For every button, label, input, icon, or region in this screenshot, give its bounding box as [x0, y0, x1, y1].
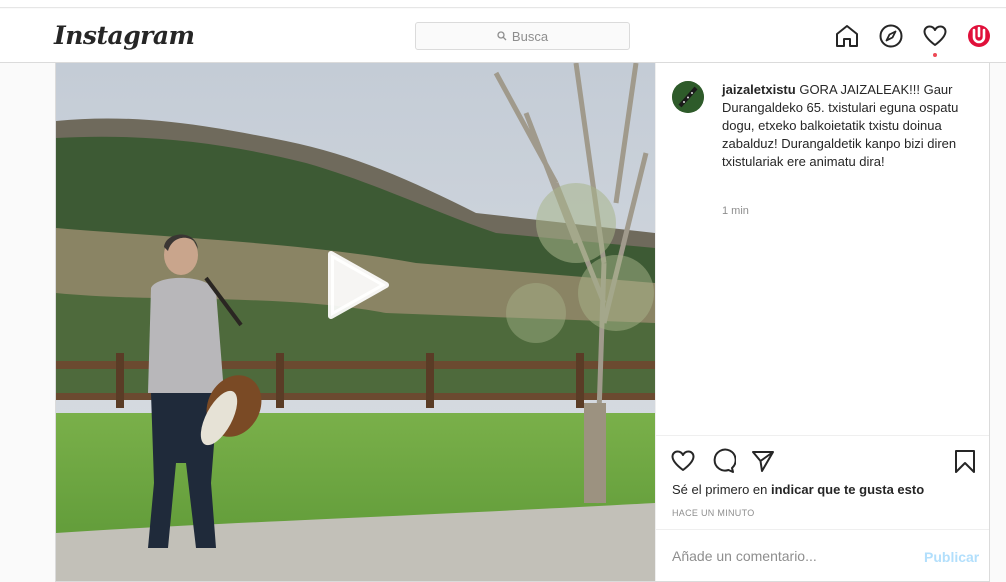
- comment-form: Publicar: [656, 529, 989, 581]
- caption-text: jaizaletxistu GORA JAIZALEAK!!! Gaur Dur…: [722, 81, 962, 171]
- posted-timestamp: HACE UN MINUTO: [672, 508, 755, 518]
- search-icon: [497, 31, 507, 41]
- post-card: jaizaletxistu GORA JAIZALEAK!!! Gaur Dur…: [55, 63, 990, 582]
- likes-line: Sé el primero en indicar que te gusta es…: [672, 482, 924, 497]
- notification-dot: [933, 53, 937, 57]
- author-username[interactable]: jaizaletxistu: [722, 82, 796, 97]
- comment-input[interactable]: [672, 544, 902, 568]
- share-icon[interactable]: [750, 448, 776, 474]
- instagram-logo[interactable]: Instagram: [54, 21, 195, 50]
- activity-heart-icon[interactable]: [922, 23, 948, 49]
- publish-button[interactable]: Publicar: [924, 549, 979, 565]
- save-bookmark-icon[interactable]: [952, 448, 978, 474]
- explore-icon[interactable]: [878, 23, 904, 49]
- browser-top-strip: [0, 0, 1006, 8]
- search-placeholder: Busca: [511, 28, 549, 44]
- top-navbar: Instagram Busca: [0, 9, 1006, 63]
- search-box[interactable]: Busca: [415, 22, 630, 50]
- post-sidebar: jaizaletxistu GORA JAIZALEAK!!! Gaur Dur…: [655, 63, 989, 581]
- comment-icon[interactable]: [710, 448, 736, 474]
- post-video[interactable]: [56, 63, 655, 581]
- home-icon[interactable]: [834, 23, 860, 49]
- author-avatar[interactable]: [672, 81, 704, 113]
- caption-timestamp: 1 min: [722, 205, 749, 217]
- like-this-link[interactable]: indicar que te gusta esto: [771, 482, 924, 497]
- play-icon[interactable]: [324, 250, 394, 320]
- likes-prefix: Sé el primero en: [672, 482, 771, 497]
- video-frame-illustration: [56, 63, 655, 581]
- like-heart-icon[interactable]: [670, 448, 696, 474]
- post-actions: Sé el primero en indicar que te gusta es…: [656, 435, 989, 530]
- profile-avatar[interactable]: [966, 23, 992, 49]
